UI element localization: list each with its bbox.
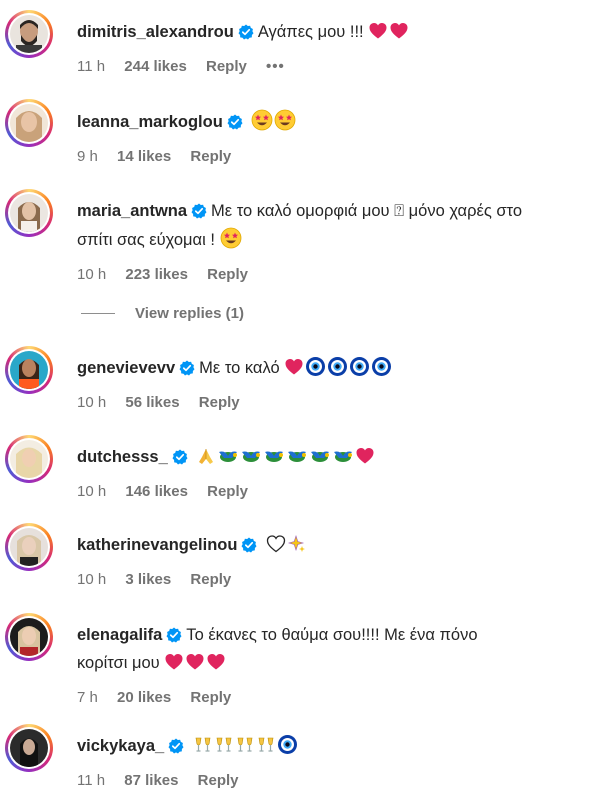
comment-text: Αγάπες μου !!! xyxy=(257,23,364,41)
dove-icon xyxy=(286,446,308,474)
comment-likes[interactable]: 14 likes xyxy=(117,148,171,165)
reply-button[interactable]: Reply xyxy=(207,483,248,500)
comment-time: 10 h xyxy=(77,571,107,588)
comment-time: 11 h xyxy=(77,58,106,75)
comment-username[interactable]: katherinevangelinou xyxy=(77,536,237,554)
red-heart-icon xyxy=(389,21,409,49)
comment-text: Με το καλό ομορφιά μου ⍰ μόνο χαρές στο xyxy=(211,202,523,220)
verified-badge-icon xyxy=(166,626,182,651)
reply-button[interactable]: Reply xyxy=(190,689,231,706)
verified-badge-icon xyxy=(227,113,243,138)
dove-icon xyxy=(263,446,285,474)
comment-likes[interactable]: 223 likes xyxy=(125,266,188,283)
reply-button[interactable]: Reply xyxy=(198,772,239,789)
red-heart-icon xyxy=(368,21,388,49)
avatar[interactable] xyxy=(5,435,53,483)
comment-likes[interactable]: 56 likes xyxy=(125,394,179,411)
avatar[interactable] xyxy=(5,613,53,661)
comment-time: 9 h xyxy=(77,148,98,165)
comment-likes[interactable]: 3 likes xyxy=(125,571,171,588)
nazar-amulet-icon xyxy=(371,356,392,385)
clinking-glasses-icon xyxy=(193,735,213,763)
comment-username[interactable]: dutchesss_ xyxy=(77,448,168,466)
avatar-photo xyxy=(10,618,48,656)
dove-icon xyxy=(309,446,331,474)
comment-username[interactable]: elenagalifa xyxy=(77,626,162,644)
verified-badge-icon xyxy=(191,202,207,227)
nazar-amulet-icon xyxy=(327,356,348,385)
star-struck-icon xyxy=(251,109,273,139)
comment-username[interactable]: maria_antwna xyxy=(77,202,187,220)
verified-badge-icon xyxy=(238,23,254,48)
dove-icon xyxy=(332,446,354,474)
comment-time: 10 h xyxy=(77,483,107,500)
comment-likes[interactable]: 87 likes xyxy=(124,772,178,789)
view-replies-label: View replies (1) xyxy=(135,305,244,322)
clinking-glasses-icon xyxy=(235,735,255,763)
red-heart-icon xyxy=(185,652,205,680)
nazar-amulet-icon xyxy=(305,356,326,385)
avatar-photo xyxy=(10,440,48,478)
avatar-photo xyxy=(10,528,48,566)
sparkles-icon xyxy=(287,534,307,562)
avatar[interactable] xyxy=(5,523,53,571)
nazar-amulet-icon xyxy=(277,734,298,763)
star-struck-icon xyxy=(274,109,296,139)
comment-username[interactable]: vickykaya_ xyxy=(77,737,164,755)
verified-badge-icon xyxy=(172,448,188,473)
star-struck-icon xyxy=(220,227,242,257)
avatar-photo xyxy=(10,194,48,232)
comment-text-continued: σπίτι σας εύχομαι ! xyxy=(77,231,215,249)
avatar[interactable] xyxy=(5,10,53,58)
dove-icon xyxy=(240,446,262,474)
reply-button[interactable]: Reply xyxy=(206,58,247,75)
reply-button[interactable]: Reply xyxy=(207,266,248,283)
comment-time: 10 h xyxy=(77,394,107,411)
avatar[interactable] xyxy=(5,99,53,147)
comment-likes[interactable]: 244 likes xyxy=(124,58,187,75)
comment-likes[interactable]: 20 likes xyxy=(117,689,171,706)
comment-username[interactable]: leanna_markoglou xyxy=(77,113,223,131)
comment-text: Με το καλό xyxy=(199,359,280,377)
comment-username[interactable]: dimitris_alexandrou xyxy=(77,23,234,41)
red-heart-icon xyxy=(284,357,304,385)
red-heart-icon xyxy=(355,446,375,474)
avatar-photo xyxy=(10,15,48,53)
red-heart-icon xyxy=(164,652,184,680)
avatar[interactable] xyxy=(5,346,53,394)
verified-badge-icon xyxy=(168,737,184,762)
clinking-glasses-icon xyxy=(214,735,234,763)
comment-username[interactable]: genevievevv xyxy=(77,359,175,377)
reply-button[interactable]: Reply xyxy=(190,571,231,588)
view-replies-divider xyxy=(81,313,115,314)
comment-time: 10 h xyxy=(77,266,107,283)
comment-text: Το έκανες το θαύμα σου!!!! Με ένα πόνο xyxy=(186,626,478,644)
avatar-photo xyxy=(10,351,48,389)
dove-icon xyxy=(217,446,239,474)
avatar[interactable] xyxy=(5,724,53,772)
avatar-photo xyxy=(10,104,48,142)
verified-badge-icon xyxy=(179,359,195,384)
avatar-photo xyxy=(10,729,48,767)
clinking-glasses-icon xyxy=(256,735,276,763)
folded-hands-icon xyxy=(196,446,216,474)
view-replies-button[interactable]: View replies (1) xyxy=(81,305,244,322)
nazar-amulet-icon xyxy=(349,356,370,385)
more-options-icon[interactable]: ••• xyxy=(266,58,285,75)
white-heart-icon xyxy=(266,534,286,562)
reply-button[interactable]: Reply xyxy=(190,148,231,165)
verified-badge-icon xyxy=(241,536,257,561)
comment-time: 11 h xyxy=(77,772,106,789)
red-heart-icon xyxy=(206,652,226,680)
comment-text-continued: κορίτσι μου xyxy=(77,654,160,672)
comment-likes[interactable]: 146 likes xyxy=(125,483,188,500)
reply-button[interactable]: Reply xyxy=(199,394,240,411)
avatar[interactable] xyxy=(5,189,53,237)
comment-time: 7 h xyxy=(77,689,98,706)
